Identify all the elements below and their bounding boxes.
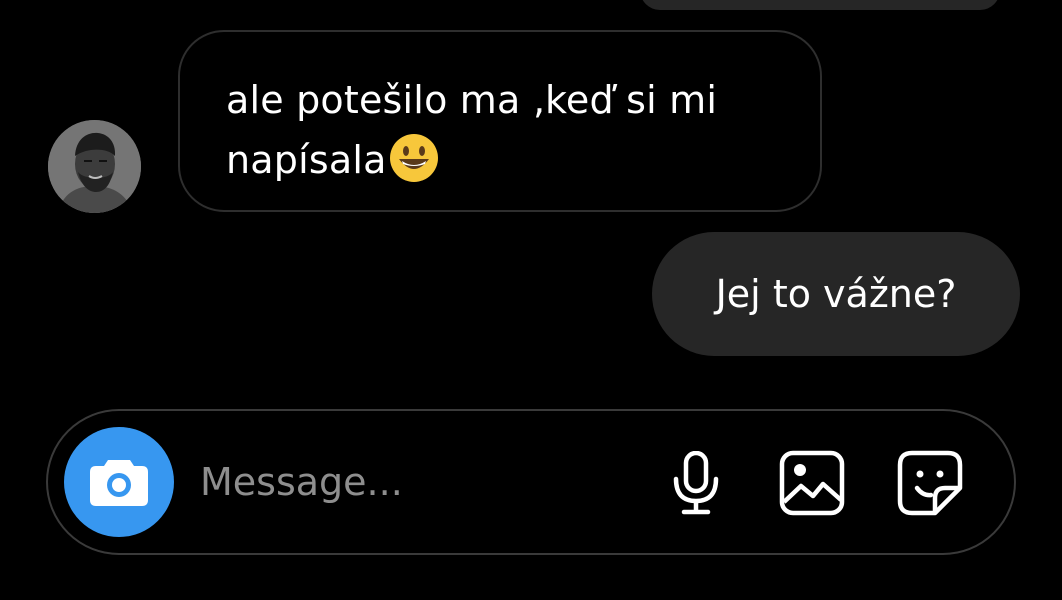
image-gallery-icon bbox=[779, 450, 845, 516]
grinning-face-emoji bbox=[389, 133, 439, 183]
incoming-message-bubble[interactable]: ale potešilo ma ‚keď si mi napísala bbox=[178, 30, 822, 212]
sticker-icon bbox=[897, 450, 963, 516]
camera-icon bbox=[90, 460, 148, 506]
incoming-message-text-line1: ale potešilo ma ‚keď si mi bbox=[226, 78, 718, 122]
outgoing-message-text: Jej to vážne? bbox=[715, 272, 957, 316]
avatar-photo bbox=[48, 120, 141, 213]
message-composer bbox=[46, 409, 1016, 555]
camera-button[interactable] bbox=[64, 427, 174, 537]
previous-message-bubble bbox=[640, 0, 1000, 10]
incoming-message-text-line2: napísala bbox=[226, 138, 387, 182]
sticker-button[interactable] bbox=[896, 449, 964, 517]
gallery-button[interactable] bbox=[778, 449, 846, 517]
message-input[interactable] bbox=[200, 449, 630, 515]
outgoing-message-bubble[interactable]: Jej to vážne? bbox=[652, 232, 1020, 356]
sender-avatar[interactable] bbox=[48, 120, 141, 213]
microphone-icon bbox=[673, 451, 719, 515]
voice-message-button[interactable] bbox=[662, 449, 730, 517]
